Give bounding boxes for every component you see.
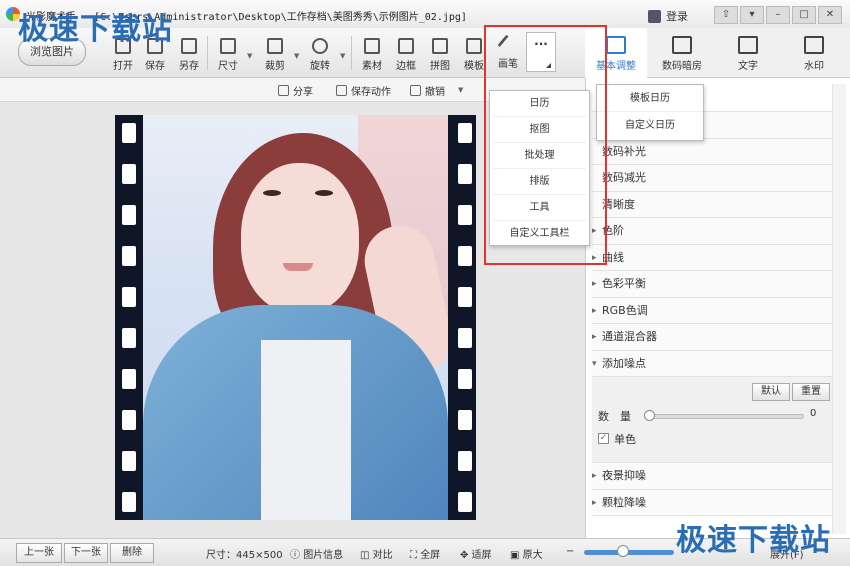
zoom-slider-knob[interactable] [617, 545, 629, 557]
resize-icon [220, 38, 236, 54]
edit-icon [606, 36, 626, 54]
border-icon [398, 38, 414, 54]
text-icon [738, 36, 758, 54]
star-icon [364, 38, 380, 54]
skin-button[interactable]: ⇧ [714, 6, 738, 24]
left-eye [263, 190, 281, 196]
right-tab-bar: 基本调整 数码暗房 文字 水印 [585, 28, 850, 78]
fullscreen-button[interactable]: ⛶ 全屏 [410, 546, 440, 561]
list-item-channel-mixer[interactable]: 通道混合器 [592, 324, 832, 351]
watermark-top: 极速下载站 [18, 12, 173, 47]
film-strip-frame [115, 115, 476, 520]
rotate-button[interactable]: 旋转 [303, 36, 337, 76]
crop-dropdown-caret[interactable]: ▼ [294, 52, 299, 60]
material-button[interactable]: 素材 [355, 36, 389, 76]
zoom-slider-track[interactable] [584, 550, 674, 555]
crop-icon [267, 38, 283, 54]
close-button[interactable]: ✕ [818, 6, 842, 24]
adjust-list: 基本 数码补光 数码减光 清晰度 色阶 曲线 色彩平衡 RGB色调 通道混合器 … [592, 84, 832, 516]
list-item-add-noise[interactable]: 添加噪点 [592, 350, 832, 377]
camera-icon [672, 36, 692, 54]
save-as-icon [181, 38, 197, 54]
highlight-box [484, 25, 607, 265]
save-as-button[interactable]: 另存 [172, 36, 206, 76]
resize-button[interactable]: 尺寸 [211, 36, 245, 76]
submenu-custom-calendar[interactable]: 自定义日历 [597, 112, 703, 139]
grid-icon [432, 38, 448, 54]
face [241, 163, 359, 313]
amount-slider-knob[interactable] [644, 410, 655, 421]
tab-digital-darkroom[interactable]: 数码暗房 [651, 28, 713, 78]
undo-button[interactable]: 撤销 [410, 83, 445, 98]
image-size: 尺寸：445×500 [206, 550, 283, 561]
list-item-night-denoise[interactable]: 夜景抑噪 [592, 463, 832, 490]
amount-slider-track[interactable] [644, 414, 804, 419]
list-item-color-balance[interactable]: 色彩平衡 [592, 271, 832, 298]
user-icon [648, 9, 661, 23]
rotate-dropdown-caret[interactable]: ▼ [340, 52, 345, 60]
noise-settings: 默认 重置 数 量 0 ✓ 单色 [592, 377, 832, 463]
tab-watermark[interactable]: 水印 [783, 28, 845, 78]
toolbar-divider [207, 36, 208, 70]
next-image-button[interactable]: 下一张 [64, 543, 108, 563]
default-button[interactable]: 默认 [752, 383, 790, 401]
watermark-bottom: 极速下载站 [676, 523, 831, 558]
amount-label: 数 量 [598, 410, 631, 423]
window-controls: ⇧ ▾ – □ ✕ [714, 6, 842, 24]
calendar-submenu: 模板日历 自定义日历 [596, 84, 704, 141]
mouth [283, 263, 313, 271]
save-action-button[interactable]: 保存动作 [336, 83, 391, 98]
crop-button[interactable]: 裁剪 [258, 36, 292, 76]
minimize-button[interactable]: – [766, 6, 790, 24]
prev-image-button[interactable]: 上一张 [16, 543, 62, 563]
collage-button[interactable]: 拼图 [423, 36, 457, 76]
zoom-out-icon[interactable]: − [566, 546, 574, 557]
compare-button[interactable]: ◫ 对比 [360, 546, 393, 561]
delete-button[interactable]: 删除 [110, 543, 154, 563]
border-button[interactable]: 边框 [389, 36, 423, 76]
list-item-sharpness[interactable]: 清晰度 [592, 191, 832, 218]
mono-label: 单色 [614, 433, 636, 446]
login-button[interactable]: 登录 [648, 8, 688, 24]
portrait-photo [143, 115, 448, 520]
inner-shirt [261, 340, 351, 520]
adjust-panel: 基本 数码补光 数码减光 清晰度 色阶 曲线 色彩平衡 RGB色调 通道混合器 … [585, 78, 850, 538]
list-item-curves[interactable]: 曲线 [592, 244, 832, 271]
undo-dropdown-caret[interactable]: ▼ [458, 86, 463, 94]
share-button[interactable]: 分享 [278, 83, 313, 98]
submenu-template-calendar[interactable]: 模板日历 [597, 85, 703, 112]
right-eye [315, 190, 333, 196]
film-holes-right [458, 123, 474, 533]
mono-checkbox[interactable]: ✓ [598, 433, 609, 444]
template-icon [466, 38, 482, 54]
list-item-levels[interactable]: 色阶 [592, 218, 832, 245]
login-label: 登录 [666, 10, 688, 23]
resize-dropdown-caret[interactable]: ▼ [247, 52, 252, 60]
original-size-button[interactable]: ▣ 原大 [510, 546, 543, 561]
amount-value: 0 [810, 408, 817, 419]
toolbar-divider [351, 36, 352, 70]
watermark-icon [804, 36, 824, 54]
list-item-grain-denoise[interactable]: 颗粒降噪 [592, 489, 832, 516]
list-item-fill-light[interactable]: 数码补光 [592, 138, 832, 165]
image-info-button[interactable]: ⓘ 图片信息 [290, 546, 343, 561]
tab-text[interactable]: 文字 [717, 28, 779, 78]
list-item-reduce-light[interactable]: 数码减光 [592, 165, 832, 192]
film-holes-left [122, 123, 138, 533]
maximize-button[interactable]: □ [792, 6, 816, 24]
list-item-rgb-tone[interactable]: RGB色调 [592, 297, 832, 324]
menu-button[interactable]: ▾ [740, 6, 764, 24]
fit-screen-button[interactable]: ✥ 适屏 [460, 546, 492, 561]
panel-scrollbar[interactable] [832, 84, 846, 534]
reset-button[interactable]: 重置 [792, 383, 830, 401]
rotate-icon [312, 38, 328, 54]
